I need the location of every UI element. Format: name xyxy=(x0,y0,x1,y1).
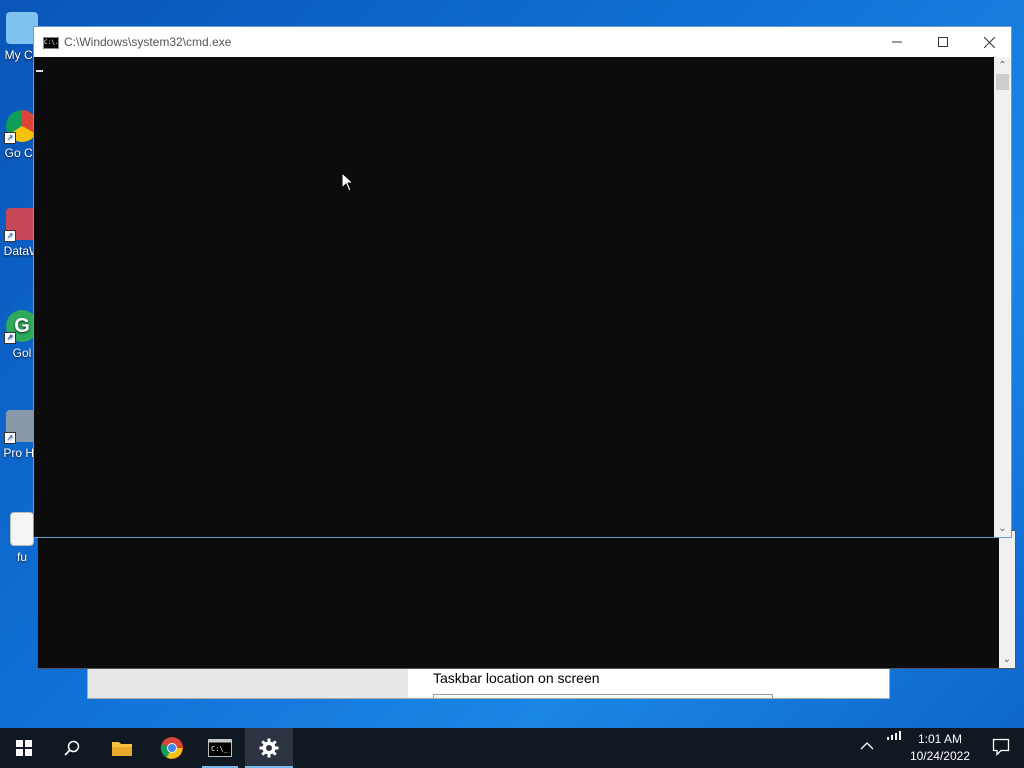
svg-text:C:\_: C:\_ xyxy=(211,745,229,753)
scrollbar-thumb[interactable] xyxy=(996,74,1009,90)
search-button[interactable] xyxy=(48,728,96,768)
cmd-app-icon: C:\. xyxy=(43,37,59,49)
text-cursor xyxy=(36,70,43,72)
notification-icon xyxy=(992,738,1010,757)
cmd-icon: C:\_ xyxy=(208,739,232,757)
maximize-icon xyxy=(938,37,948,47)
vertical-scrollbar[interactable]: ⌃ ⌄ xyxy=(994,57,1011,537)
desktop-icon-label: fu xyxy=(16,550,27,564)
clock-date: 10/24/2022 xyxy=(909,749,970,763)
taskbar-location-label: Taskbar location on screen xyxy=(433,670,600,686)
shortcut-arrow-icon: ↗ xyxy=(4,230,16,242)
settings-taskbar-button[interactable] xyxy=(245,728,293,768)
file-icon xyxy=(10,512,34,546)
network-icon[interactable] xyxy=(886,728,902,746)
close-icon xyxy=(983,36,995,48)
close-button[interactable] xyxy=(966,27,1012,57)
system-clock[interactable]: 1:01 AM 10/24/2022 xyxy=(910,731,970,765)
gear-icon xyxy=(259,738,279,758)
cmd-taskbar-button[interactable]: C:\_ xyxy=(196,728,244,768)
desktop-icon-label: Gol xyxy=(12,346,32,360)
scroll-up-arrow-icon[interactable]: ⌃ xyxy=(994,57,1011,74)
start-button[interactable] xyxy=(0,728,48,768)
minimize-button[interactable] xyxy=(874,27,920,57)
taskbar-location-dropdown[interactable] xyxy=(433,694,773,699)
window-title: C:\Windows\system32\cmd.exe xyxy=(64,35,232,49)
chrome-icon xyxy=(160,737,183,759)
show-hidden-icons-chevron-icon[interactable] xyxy=(860,738,874,754)
scroll-down-arrow-icon[interactable]: ⌄ xyxy=(999,652,1015,668)
taskbar: C:\_ 1:01 AM 10/24/2022 xyxy=(0,728,1024,768)
maximize-button[interactable] xyxy=(920,27,966,57)
console-output-area[interactable] xyxy=(34,57,994,537)
shortcut-arrow-icon: ↗ xyxy=(4,432,16,444)
scroll-down-arrow-icon[interactable]: ⌄ xyxy=(994,520,1011,537)
clock-time: 1:01 AM xyxy=(917,732,962,746)
background-console-window[interactable]: ⌄ xyxy=(37,530,1016,669)
title-bar[interactable]: C:\. C:\Windows\system32\cmd.exe xyxy=(34,27,1011,57)
action-center-button[interactable] xyxy=(992,738,1010,761)
shortcut-arrow-icon: ↗ xyxy=(4,132,16,144)
search-icon xyxy=(64,740,80,756)
chrome-taskbar-button[interactable] xyxy=(148,728,196,768)
folder-icon xyxy=(112,742,132,756)
windows-logo-icon xyxy=(16,740,32,756)
shortcut-arrow-icon: ↗ xyxy=(4,332,16,344)
cmd-window[interactable]: C:\. C:\Windows\system32\cmd.exe ⌃ ⌄ xyxy=(33,26,1012,538)
scrollbar[interactable]: ⌄ xyxy=(999,531,1015,668)
file-explorer-button[interactable] xyxy=(98,728,146,768)
minimize-icon xyxy=(892,41,902,43)
